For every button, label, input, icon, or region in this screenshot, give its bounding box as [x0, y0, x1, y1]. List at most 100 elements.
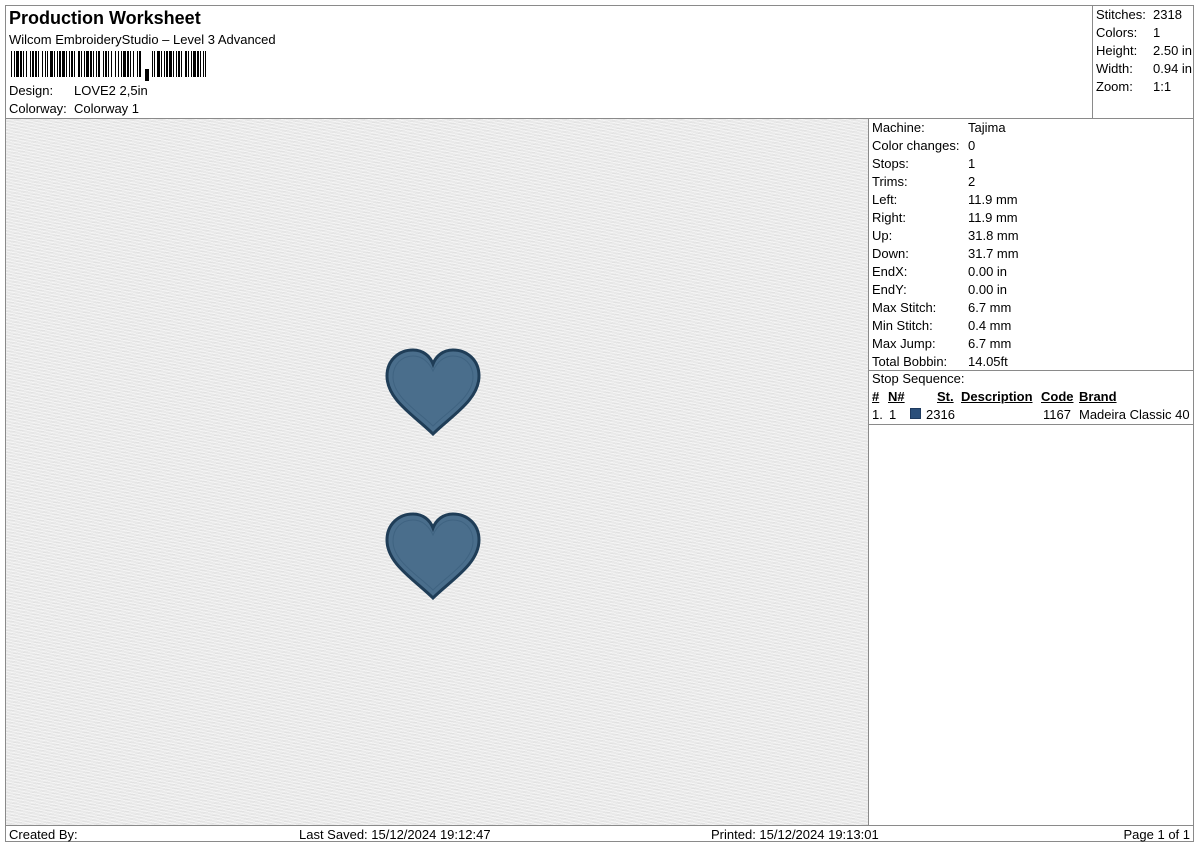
colorway-row: Colorway: Colorway 1 — [9, 101, 139, 116]
barcode-bar — [111, 51, 112, 77]
barcode-bar — [32, 51, 34, 77]
barcode-bar — [145, 69, 149, 81]
design-value: LOVE2 2,5in — [74, 83, 148, 98]
barcode-bar — [127, 51, 129, 77]
col-header-stitches: St. — [937, 389, 954, 404]
barcode-bar — [197, 51, 199, 77]
barcode-bar — [169, 51, 172, 77]
barcode-bar — [152, 51, 153, 77]
machine-info-panel: Machine: Tajima Color changes: 0 Stops: 1 T… — [868, 119, 1194, 825]
barcode-bar — [139, 51, 141, 77]
barcode — [11, 51, 206, 81]
barcode-bar — [188, 51, 189, 77]
info-left: Left: 11.9 mm — [872, 192, 1018, 207]
stat-width: Width: 0.94 in — [1096, 61, 1193, 76]
info-max-jump: Max Jump: 6.7 mm — [872, 336, 1012, 351]
row-code: 1167 — [1043, 407, 1071, 422]
col-header-index: # — [872, 389, 880, 404]
barcode-bar — [84, 51, 85, 77]
info-max-stitch: Max Stitch: 6.7 mm — [872, 300, 1012, 315]
barcode-bar — [123, 51, 126, 77]
row-needle: 1 — [889, 407, 897, 422]
barcode-bar — [161, 51, 162, 77]
barcode-bar — [86, 51, 89, 77]
barcode-bar — [115, 51, 116, 77]
design-row: Design: LOVE2 2,5in — [9, 83, 148, 98]
design-label: Design: — [9, 83, 54, 98]
barcode-bar — [173, 51, 174, 77]
barcode-bar — [42, 51, 43, 77]
barcode-bar — [69, 51, 70, 77]
info-min-stitch: Min Stitch: 0.4 mm — [872, 318, 1012, 333]
page-number: Page 1 of 1 — [1123, 827, 1191, 842]
barcode-bar — [78, 51, 80, 77]
stat-colors: Colors: 1 — [1096, 25, 1161, 40]
info-endx: EndX: 0.00 in — [872, 264, 1008, 279]
row-brand: Madeira Classic 40 — [1079, 407, 1190, 422]
colorway-label: Colorway: — [9, 101, 67, 116]
barcode-bar — [166, 51, 168, 77]
worksheet: Production Worksheet Wilcom EmbroiderySt… — [5, 5, 1194, 842]
barcode-bar — [133, 51, 134, 77]
barcode-bar — [11, 51, 12, 77]
stop-sequence-title: Stop Sequence: — [872, 371, 965, 386]
barcode-bar — [23, 51, 24, 77]
barcode-bar — [38, 51, 39, 77]
col-header-needle: N# — [888, 389, 905, 404]
last-saved: Last Saved: 15/12/2024 19:12:47 — [299, 827, 491, 842]
barcode-bar — [93, 51, 94, 77]
col-header-code: Code — [1041, 389, 1074, 404]
barcode-bar — [200, 51, 201, 77]
barcode-bar — [98, 51, 100, 77]
worksheet-header: Production Worksheet Wilcom EmbroiderySt… — [6, 6, 1093, 118]
barcode-bar — [59, 51, 61, 77]
barcode-bar — [193, 51, 196, 77]
barcode-bar — [108, 51, 109, 77]
design-preview — [6, 119, 868, 825]
barcode-bar — [164, 51, 165, 77]
barcode-bar — [205, 51, 206, 77]
barcode-bar — [105, 51, 107, 77]
sequence-divider — [869, 424, 1194, 425]
row-stitches: 2316 — [926, 407, 955, 422]
barcode-bar — [35, 51, 37, 77]
barcode-bar — [71, 51, 73, 77]
worksheet-title: Production Worksheet — [9, 8, 201, 28]
col-header-description: Description — [961, 389, 1033, 404]
worksheet-footer: Created By: Last Saved: 15/12/2024 19:12… — [6, 825, 1193, 842]
thread-color-swatch — [910, 408, 921, 419]
barcode-bar — [47, 51, 48, 77]
info-trims: Trims: 2 — [872, 174, 976, 189]
created-by: Created By: — [9, 827, 78, 842]
info-total-bobbin: Total Bobbin: 14.05ft — [872, 354, 1008, 369]
barcode-bar — [66, 51, 67, 77]
stat-stitches: Stitches: 2318 — [1096, 7, 1182, 22]
barcode-bar — [81, 51, 82, 77]
barcode-bar — [191, 51, 192, 77]
barcode-bar — [62, 51, 65, 77]
stat-height: Height: 2.50 in — [1096, 43, 1193, 58]
info-right: Right: 11.9 mm — [872, 210, 1018, 225]
software-name: Wilcom EmbroideryStudio – Level 3 Advanc… — [9, 32, 276, 47]
stat-zoom: Zoom: 1:1 — [1096, 79, 1172, 94]
barcode-bar — [181, 51, 182, 77]
barcode-bar — [45, 51, 46, 77]
barcode-bar — [121, 51, 122, 77]
barcode-bar — [103, 51, 104, 77]
barcode-bar — [20, 51, 22, 77]
barcode-bar — [185, 51, 187, 77]
barcode-bar — [26, 51, 27, 77]
info-endy: EndY: 0.00 in — [872, 282, 1008, 297]
barcode-bar — [16, 51, 19, 77]
barcode-bar — [30, 51, 31, 77]
barcode-bar — [203, 51, 204, 77]
barcode-bar — [118, 51, 119, 77]
heart-motif-bottom — [385, 512, 481, 601]
barcode-bar — [74, 51, 75, 77]
col-header-brand: Brand — [1079, 389, 1117, 404]
barcode-bar — [178, 51, 180, 77]
barcode-bar — [176, 51, 177, 77]
barcode-bar — [57, 51, 58, 77]
barcode-bar — [14, 51, 15, 77]
info-down: Down: 31.7 mm — [872, 246, 1019, 261]
